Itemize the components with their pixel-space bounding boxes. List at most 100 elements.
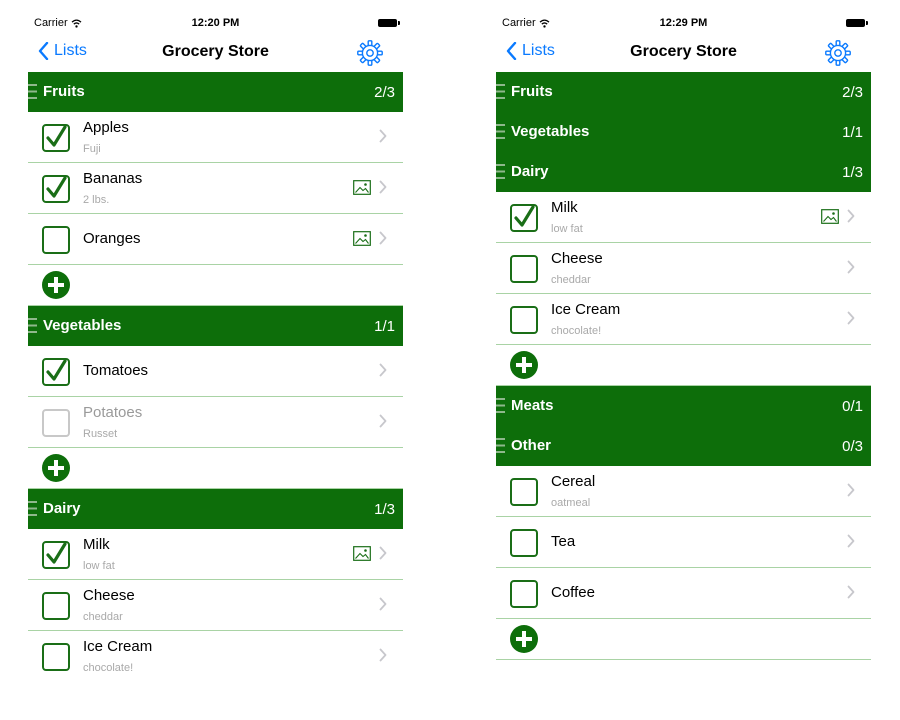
list-item[interactable]: Potatoes Russet: [28, 397, 403, 448]
checkbox[interactable]: [510, 306, 538, 334]
chevron-right-icon[interactable]: [847, 209, 855, 223]
chevron-right-icon[interactable]: [847, 311, 855, 325]
item-description: Fuji: [83, 143, 101, 155]
chevron-right-icon[interactable]: [379, 363, 387, 377]
status-time: 12:20 PM: [191, 17, 240, 29]
list-item[interactable]: Milk low fat: [28, 529, 403, 580]
section-header-dairy[interactable]: Dairy 1/3: [496, 152, 871, 192]
checkbox[interactable]: [510, 580, 538, 608]
chevron-right-icon[interactable]: [379, 597, 387, 611]
list-item[interactable]: Ice Cream chocolate!: [28, 631, 403, 676]
section-title: Dairy: [511, 163, 549, 180]
checkbox[interactable]: [42, 409, 70, 437]
plus-circle-icon[interactable]: [510, 351, 538, 379]
item-description: low fat: [83, 560, 115, 572]
add-item-row: [28, 265, 403, 306]
settings-button[interactable]: [825, 40, 851, 66]
checkbox[interactable]: [42, 541, 70, 569]
section-header-dairy[interactable]: Dairy 1/3: [28, 489, 403, 529]
plus-circle-icon[interactable]: [510, 625, 538, 653]
list-item[interactable]: Bananas 2 lbs.: [28, 163, 403, 214]
section-header-other[interactable]: Other 0/3: [496, 426, 871, 466]
checkmark-icon: [46, 359, 67, 381]
chevron-right-icon[interactable]: [847, 534, 855, 548]
chevron-right-icon[interactable]: [379, 648, 387, 662]
checkbox[interactable]: [510, 255, 538, 283]
item-name: Oranges: [83, 230, 141, 247]
add-item-row: [28, 448, 403, 489]
gear-icon: [357, 40, 383, 66]
item-name: Coffee: [551, 584, 595, 601]
phone-screen-right: Carrier 12:29 PM Lists Grocery Store Fruits 2…: [496, 14, 871, 676]
section-header-vegetables[interactable]: Vegetables 1/1: [496, 112, 871, 152]
chevron-right-icon[interactable]: [379, 231, 387, 245]
checkmark-icon: [46, 176, 67, 198]
status-bar: Carrier 12:20 PM: [28, 14, 403, 34]
section-title: Dairy: [43, 500, 81, 517]
section-count: 0/1: [842, 398, 863, 415]
section-header-fruits[interactable]: Fruits 2/3: [496, 72, 871, 112]
chevron-right-icon[interactable]: [379, 129, 387, 143]
checkmark-icon: [514, 205, 535, 227]
chevron-right-icon[interactable]: [847, 260, 855, 274]
plus-circle-icon[interactable]: [42, 454, 70, 482]
section-title: Fruits: [43, 83, 85, 100]
checkbox[interactable]: [510, 529, 538, 557]
item-name: Ice Cream: [83, 638, 153, 655]
item-description: 2 lbs.: [83, 194, 110, 206]
list-item[interactable]: Ice Cream chocolate!: [496, 294, 871, 345]
image-icon[interactable]: [821, 209, 839, 224]
chevron-right-icon[interactable]: [847, 483, 855, 497]
list-item[interactable]: Cheese cheddar: [28, 580, 403, 631]
plus-circle-icon[interactable]: [42, 271, 70, 299]
item-description: low fat: [551, 223, 583, 235]
item-name: Milk: [83, 536, 110, 553]
section-header-fruits[interactable]: Fruits 2/3: [28, 72, 403, 112]
grip-icon[interactable]: [496, 83, 505, 100]
grip-icon[interactable]: [28, 317, 37, 334]
checkbox[interactable]: [42, 226, 70, 254]
checkbox[interactable]: [42, 592, 70, 620]
checkbox[interactable]: [42, 175, 70, 203]
checkbox[interactable]: [42, 643, 70, 671]
list-item[interactable]: Coffee: [496, 568, 871, 619]
grip-icon[interactable]: [496, 163, 505, 180]
section-count: 1/3: [374, 501, 395, 518]
battery-icon: [378, 19, 400, 27]
item-name: Ice Cream: [551, 301, 621, 318]
section-header-meats[interactable]: Meats 0/1: [496, 386, 871, 426]
grip-icon[interactable]: [28, 83, 37, 100]
image-icon[interactable]: [353, 180, 371, 195]
item-name: Cheese: [551, 250, 603, 267]
list-item[interactable]: Milk low fat: [496, 192, 871, 243]
settings-button[interactable]: [357, 40, 383, 66]
chevron-right-icon[interactable]: [379, 180, 387, 194]
section-count: 1/3: [842, 164, 863, 181]
section-title: Other: [511, 437, 552, 454]
chevron-right-icon[interactable]: [847, 585, 855, 599]
list-item[interactable]: Cereal oatmeal: [496, 466, 871, 517]
grip-icon[interactable]: [28, 500, 37, 517]
grip-icon[interactable]: [496, 437, 505, 454]
grip-icon[interactable]: [496, 123, 505, 140]
checkbox[interactable]: [510, 478, 538, 506]
image-icon[interactable]: [353, 231, 371, 246]
list-item[interactable]: Cheese cheddar: [496, 243, 871, 294]
section-header-vegetables[interactable]: Vegetables 1/1: [28, 306, 403, 346]
navigation-bar: Lists Grocery Store: [28, 34, 403, 72]
list-item[interactable]: Apples Fuji: [28, 112, 403, 163]
add-item-row: [496, 619, 871, 660]
list-item[interactable]: Oranges: [28, 214, 403, 265]
list-item[interactable]: Tea: [496, 517, 871, 568]
checkbox[interactable]: [42, 358, 70, 386]
grip-icon[interactable]: [496, 397, 505, 414]
image-icon[interactable]: [353, 546, 371, 561]
item-name: Cheese: [83, 587, 135, 604]
item-name: Potatoes: [83, 404, 143, 421]
chevron-right-icon[interactable]: [379, 414, 387, 428]
item-description: chocolate!: [551, 325, 602, 337]
list-item[interactable]: Tomatoes: [28, 346, 403, 397]
checkbox[interactable]: [510, 204, 538, 232]
chevron-right-icon[interactable]: [379, 546, 387, 560]
checkbox[interactable]: [42, 124, 70, 152]
